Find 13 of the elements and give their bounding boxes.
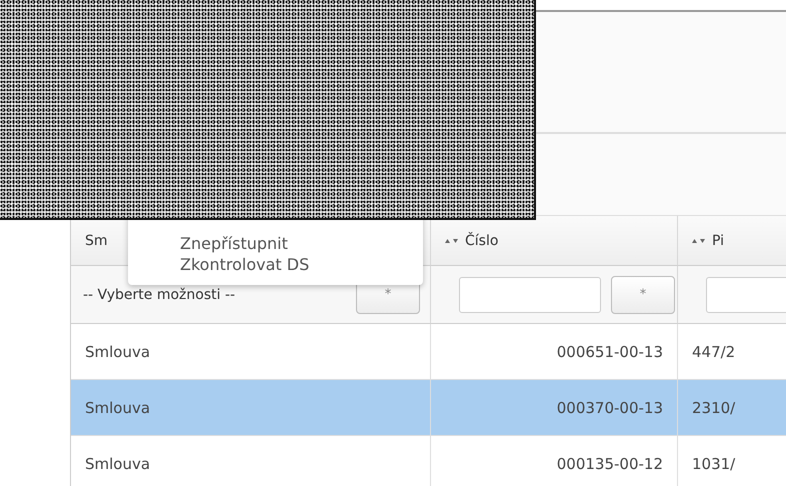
table-cell[interactable]: 000651-00-13	[431, 324, 678, 380]
table-cell[interactable]: 000370-00-13	[431, 380, 678, 436]
menu-item[interactable]: Zkontrolovat DS	[128, 254, 423, 275]
column-header[interactable]: Číslo	[431, 216, 678, 266]
sort-icon[interactable]	[692, 236, 706, 244]
column-header[interactable]: Pi	[678, 216, 786, 266]
table-cell[interactable]: Smlouva	[71, 380, 431, 436]
menu-item[interactable]: Znepřístupnit	[128, 233, 423, 254]
sort-icon[interactable]	[445, 236, 459, 244]
table-cell[interactable]: Smlouva	[71, 324, 431, 380]
filter-field[interactable]	[459, 276, 601, 312]
filter-select[interactable]: -- Vyberte možnosti --	[83, 286, 346, 302]
table-cell[interactable]: 2310/	[678, 380, 786, 436]
